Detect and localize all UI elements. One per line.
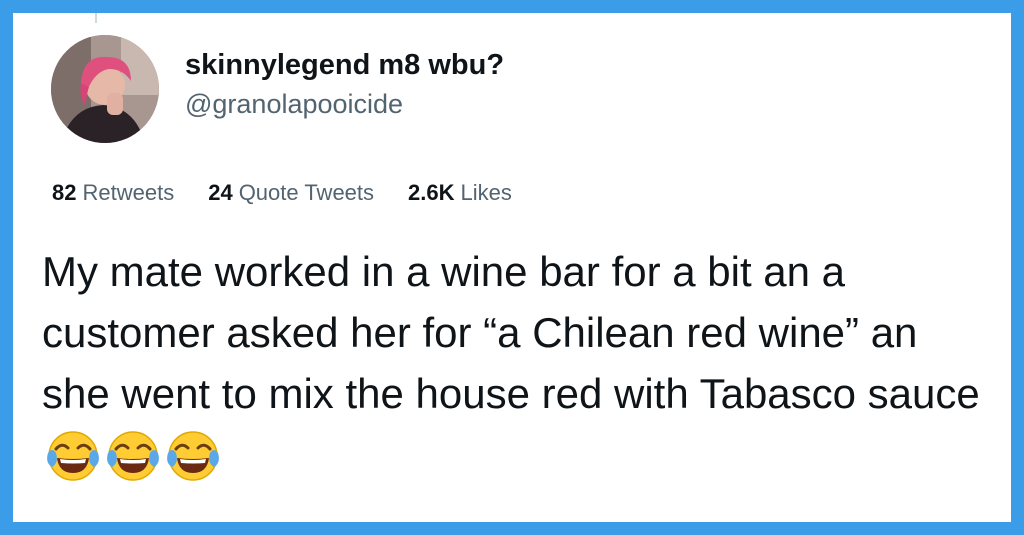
quote-tweets-stat[interactable]: 24 Quote Tweets [208,180,374,206]
retweets-label: Retweets [82,180,175,205]
tweet-card: skinnylegend m8 wbu? @granolapooicide 82… [0,0,1024,535]
face-with-tears-of-joy-icon [104,429,162,499]
face-with-tears-of-joy-icon [164,429,222,499]
tweet-text: My mate worked in a wine bar for a bit a… [42,248,980,417]
tweet-body: My mate worked in a wine bar for a bit a… [42,241,992,499]
user-handle[interactable]: @granolapooicide [185,89,403,120]
likes-stat[interactable]: 2.6K Likes [408,180,512,206]
engagement-stats: 82 Retweets 24 Quote Tweets 2.6K Likes [52,180,546,206]
retweets-count: 82 [52,180,77,205]
likes-count: 2.6K [408,180,455,205]
likes-label: Likes [460,180,512,205]
avatar[interactable] [51,35,159,143]
quote-tweets-label: Quote Tweets [238,180,375,205]
quote-tweets-count: 24 [208,180,233,205]
display-name[interactable]: skinnylegend m8 wbu? [185,49,504,82]
thread-connector-line [95,13,97,23]
retweets-stat[interactable]: 82 Retweets [52,180,174,206]
face-with-tears-of-joy-icon [44,429,102,499]
